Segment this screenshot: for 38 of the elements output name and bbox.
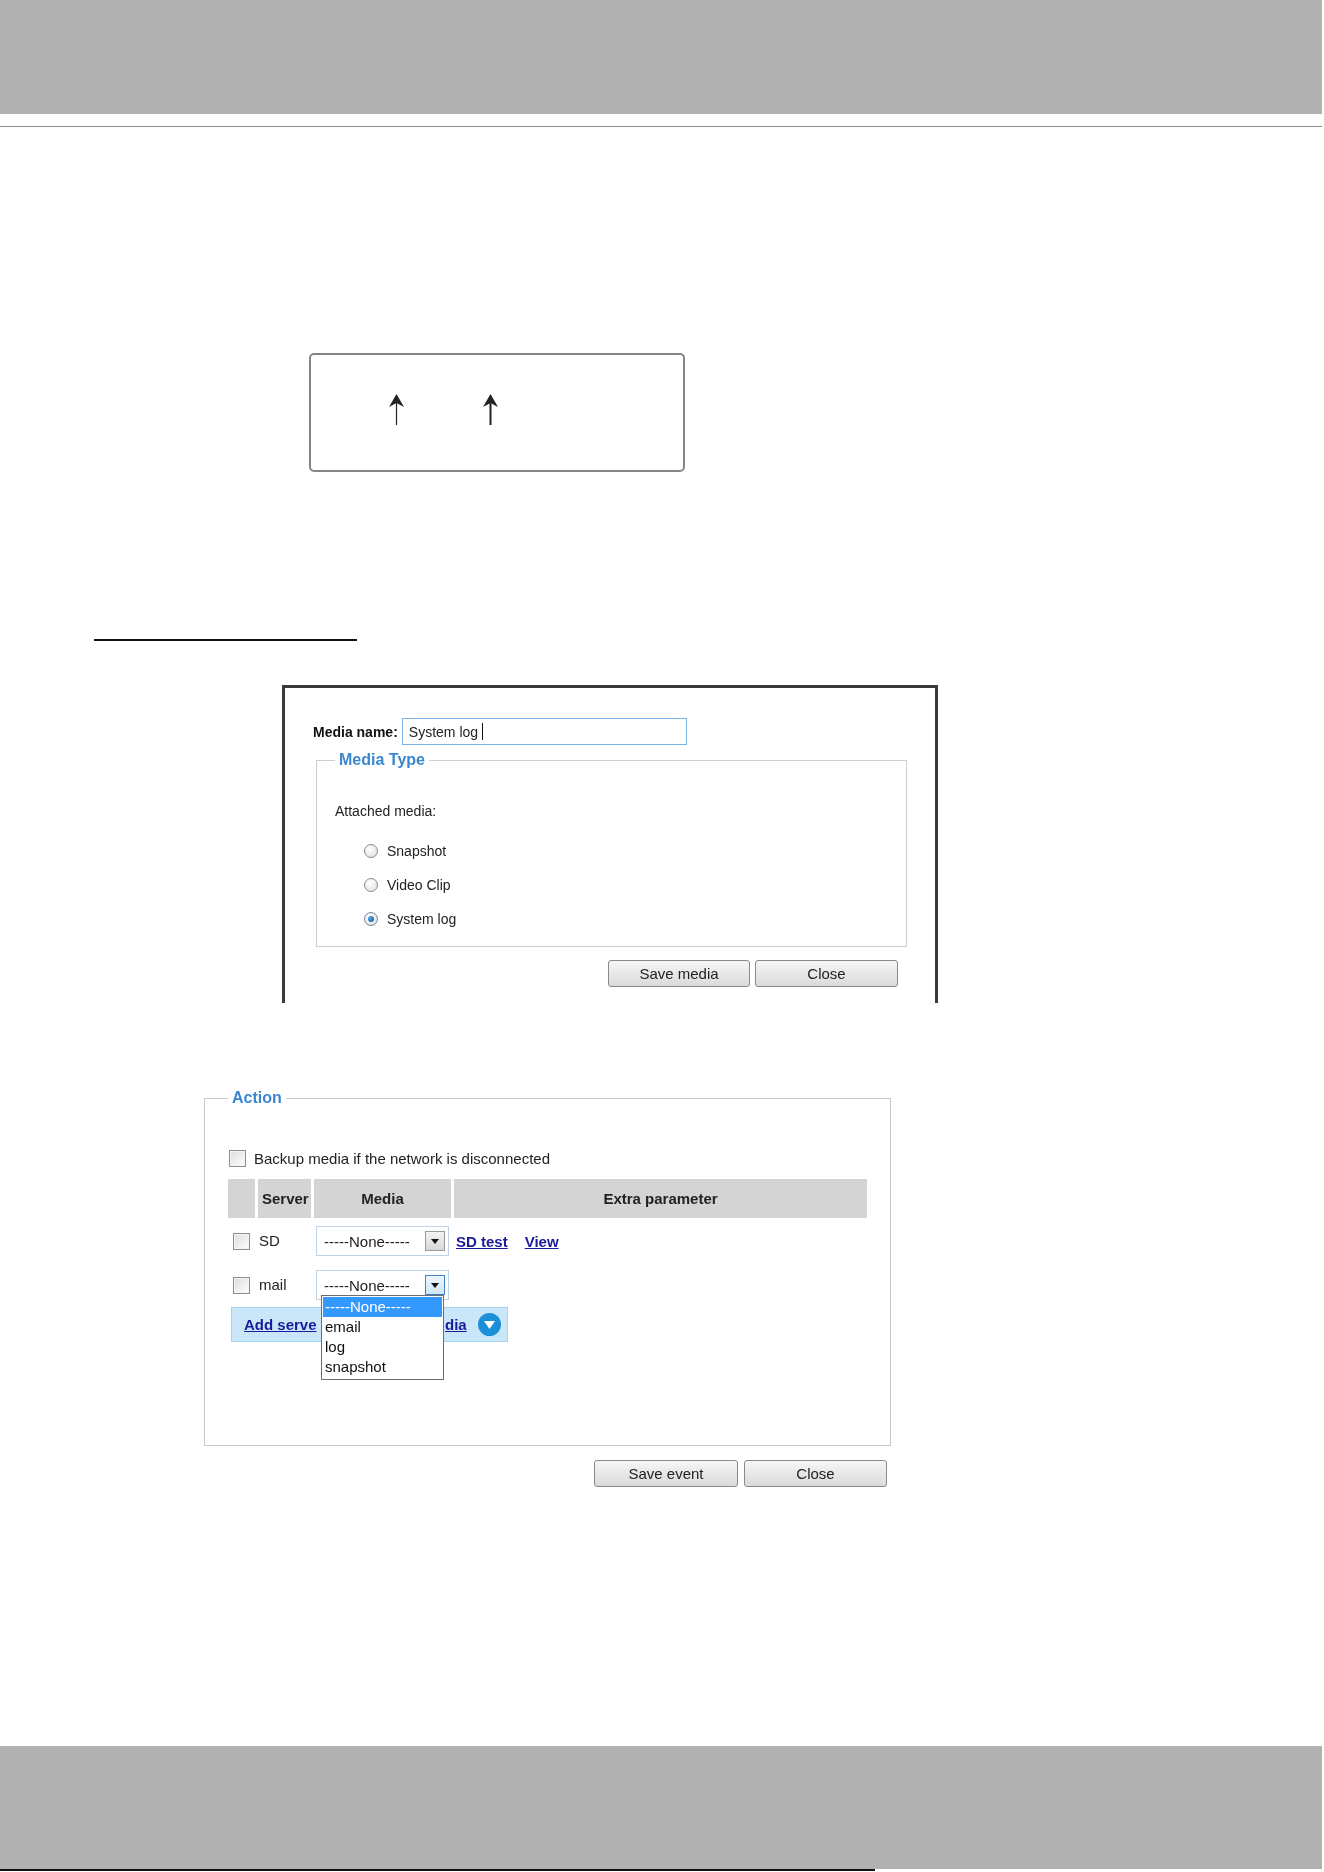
dropdown-option[interactable]: email	[323, 1317, 442, 1337]
group-legend: Action	[228, 1088, 286, 1108]
checkbox[interactable]	[233, 1232, 250, 1250]
dropdown-caret-icon	[425, 1231, 445, 1251]
server-name: mail	[259, 1276, 287, 1293]
group-legend: Media Type	[335, 750, 429, 770]
save-button[interactable]: Save event	[594, 1460, 738, 1487]
server-name: SD	[259, 1232, 280, 1249]
add-link[interactable]: Add serve	[244, 1315, 317, 1333]
media-select[interactable]: -----None-----	[316, 1226, 449, 1256]
attached-media-label: Attached media:	[335, 802, 438, 820]
text-link[interactable]: View	[524, 1232, 559, 1250]
radio-button[interactable]	[364, 878, 378, 892]
column-header	[228, 1179, 255, 1218]
column-header: Media	[314, 1179, 451, 1218]
radio-button[interactable]	[364, 844, 378, 858]
checkbox[interactable]	[233, 1276, 250, 1294]
checkbox-label[interactable]: Backup media if the network is disconnected	[254, 1149, 550, 1167]
dropdown-caret-icon	[425, 1275, 445, 1295]
field-label: Media name:	[313, 723, 398, 740]
up-arrow	[483, 394, 498, 425]
media-name-field[interactable]: System log	[401, 718, 687, 745]
option-label[interactable]: System log	[387, 911, 457, 927]
column-header: Server	[258, 1179, 311, 1218]
down-arrow-circle-icon[interactable]	[477, 1313, 501, 1336]
checkbox[interactable]	[229, 1149, 246, 1167]
add-link[interactable]: dia	[445, 1316, 467, 1333]
save-button[interactable]: Save media	[608, 960, 750, 987]
up-arrow	[389, 394, 404, 425]
option-label[interactable]: Video Clip	[387, 877, 451, 893]
radio-button[interactable]	[364, 912, 378, 926]
close-button[interactable]: Close	[755, 960, 898, 987]
dropdown-option[interactable]: snapshot	[323, 1357, 442, 1377]
close-button[interactable]: Close	[744, 1460, 887, 1487]
column-header: Extra parameter	[454, 1179, 867, 1218]
text-link[interactable]: SD test	[456, 1232, 508, 1250]
option-label[interactable]: Snapshot	[387, 843, 447, 859]
dropdown-option[interactable]: log	[323, 1337, 442, 1357]
